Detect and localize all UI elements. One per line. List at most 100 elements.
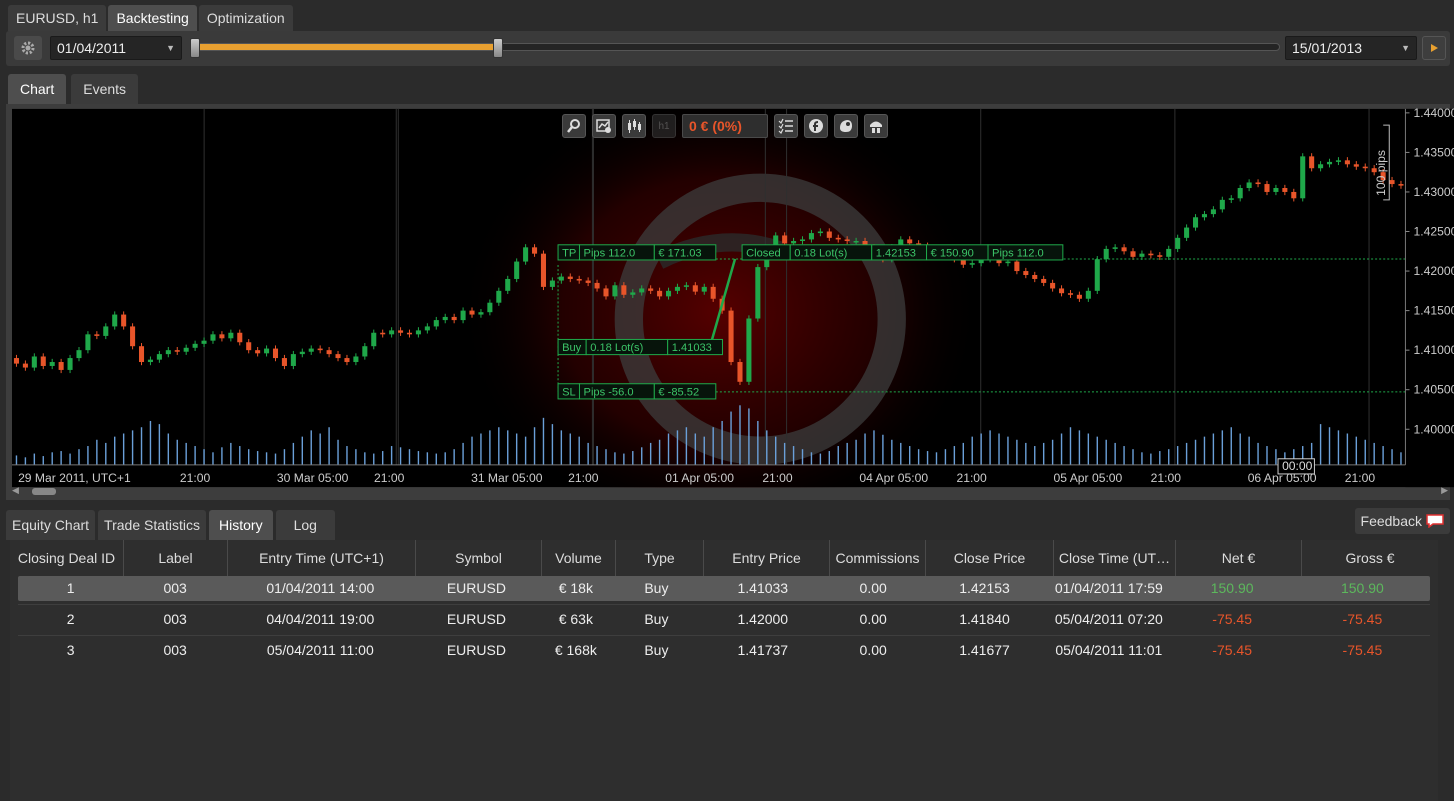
candle	[844, 239, 850, 241]
price-chart[interactable]: TP Pips 112.0 € 171.03 Buy 0.18 Lot(s) 1.4103…	[12, 108, 1454, 488]
tab-backtesting[interactable]: Backtesting	[108, 5, 197, 31]
checklist-button[interactable]	[774, 114, 798, 138]
column-header[interactable]: Type	[616, 540, 704, 576]
candle	[746, 318, 752, 382]
start-date-select[interactable]: 01/04/2011 ▼	[50, 36, 182, 60]
column-header[interactable]: Entry Time (UTC+1)	[228, 540, 416, 576]
time-tick-label: 21:00	[1345, 471, 1376, 485]
table-cell: 0.00	[859, 642, 887, 658]
tp-label-text: € 171.03	[658, 247, 701, 259]
tab-chart[interactable]: Chart	[8, 74, 67, 104]
scroll-left-icon[interactable]: ◀	[12, 485, 19, 496]
f-button[interactable]	[804, 114, 828, 138]
table-cell: € 63k	[558, 611, 593, 627]
candle	[398, 330, 404, 333]
candle	[1094, 259, 1100, 291]
history-table: Closing Deal ID Label Entry Time (UTC+1) Sy…	[10, 540, 1438, 801]
closed-label-text: Pips 112.0	[992, 247, 1044, 259]
candle	[1148, 253, 1154, 256]
table-cell: 150.90	[1340, 580, 1384, 596]
tab-history[interactable]: History	[209, 510, 273, 540]
candle	[648, 288, 654, 291]
candle	[362, 346, 368, 357]
table-cell: 0.00	[859, 580, 887, 596]
period-slider[interactable]	[194, 43, 1280, 51]
zoom-button[interactable]	[562, 114, 586, 138]
table-cell: EURUSD	[446, 642, 506, 658]
feedback-button[interactable]: Feedback	[1354, 508, 1450, 534]
candle	[147, 359, 153, 363]
candle	[290, 354, 296, 366]
row-separator	[18, 604, 1430, 605]
column-header[interactable]: Symbol	[416, 540, 542, 576]
price-tick-label: 1.43500	[1414, 145, 1454, 159]
candle	[201, 340, 207, 344]
column-header[interactable]: Closing Deal ID	[10, 540, 124, 576]
candle	[1237, 188, 1243, 199]
candle	[791, 240, 797, 244]
timeframe-button[interactable]: h1	[652, 114, 676, 138]
candle	[737, 362, 743, 382]
scroll-right-icon[interactable]: ▶	[1441, 485, 1448, 496]
candle	[1085, 290, 1091, 299]
chart-settings-icon	[596, 119, 611, 133]
end-date-select[interactable]: 15/01/2013 ▼	[1285, 36, 1417, 60]
column-header[interactable]: Entry Price	[704, 540, 830, 576]
candle	[1184, 227, 1190, 238]
column-header[interactable]: Close Price	[926, 540, 1054, 576]
column-header[interactable]: Volume	[542, 540, 616, 576]
candle	[1246, 182, 1252, 189]
column-header[interactable]: Label	[124, 540, 228, 576]
table-cell: 1.42000	[737, 611, 789, 627]
tab-events[interactable]: Events	[71, 74, 139, 104]
column-header[interactable]: Commissions	[830, 540, 926, 576]
tab-equity-chart[interactable]: Equity Chart	[6, 510, 96, 540]
play-icon	[1431, 44, 1438, 52]
candle	[299, 351, 305, 355]
candle	[40, 356, 46, 366]
table-cell: Buy	[644, 642, 669, 658]
chart-settings-button[interactable]	[592, 114, 616, 138]
candle	[1344, 160, 1350, 165]
candle	[1067, 293, 1074, 295]
play-button[interactable]	[1422, 36, 1446, 60]
drop-button[interactable]	[834, 114, 858, 138]
candle	[585, 280, 591, 283]
table-row[interactable]: 1 003 01/04/2011 14:00 EURUSD € 18k Buy 1.4103…	[18, 576, 1430, 601]
time-tick-label: 31 Mar 05:00	[471, 471, 543, 485]
column-header[interactable]: Net €	[1176, 540, 1302, 576]
tab-optimization[interactable]: Optimization	[198, 5, 293, 31]
table-cell: 1.41737	[737, 642, 789, 658]
candle	[1309, 156, 1315, 169]
table-cell: 1.42153	[959, 580, 1010, 596]
closed-label-text: € 150.90	[931, 247, 974, 259]
chart-toolbar: h1 0 € (0%)	[562, 114, 888, 138]
price-tick-label: 1.43000	[1414, 185, 1454, 199]
chevron-down-icon: ▼	[166, 43, 175, 53]
candles-button[interactable]	[622, 114, 646, 138]
tab-log[interactable]: Log	[275, 510, 335, 540]
table-row[interactable]: 3 003 05/04/2011 11:00 EURUSD € 168k Buy 1.417…	[18, 638, 1430, 663]
trader-button[interactable]	[864, 114, 888, 138]
candle	[853, 240, 859, 243]
closed-label-text: 1.42153	[876, 247, 916, 259]
candle	[424, 326, 430, 331]
candle	[1282, 188, 1288, 192]
tab-symbol[interactable]: EURUSD, h1	[8, 5, 107, 31]
candle	[674, 286, 680, 291]
candle	[174, 350, 180, 352]
table-row[interactable]: 2 003 04/04/2011 19:00 EURUSD € 63k Buy 1.4200…	[18, 607, 1430, 632]
chart-horizontal-scrollbar[interactable]: ◀ ▶	[6, 485, 1450, 499]
slider-start-handle[interactable]	[190, 38, 200, 58]
slider-end-handle[interactable]	[493, 38, 504, 58]
column-header[interactable]: Close Time (UT…	[1054, 540, 1176, 576]
candle	[558, 276, 564, 281]
candle	[478, 312, 484, 315]
tab-trade-statistics[interactable]: Trade Statistics	[98, 510, 207, 540]
settings-button[interactable]	[14, 36, 42, 60]
table-cell: -75.45	[1212, 642, 1252, 658]
candle	[1300, 156, 1306, 199]
scrollbar-thumb[interactable]	[32, 488, 56, 495]
speech-bubble-icon	[1426, 514, 1444, 528]
column-header[interactable]: Gross €	[1302, 540, 1438, 576]
